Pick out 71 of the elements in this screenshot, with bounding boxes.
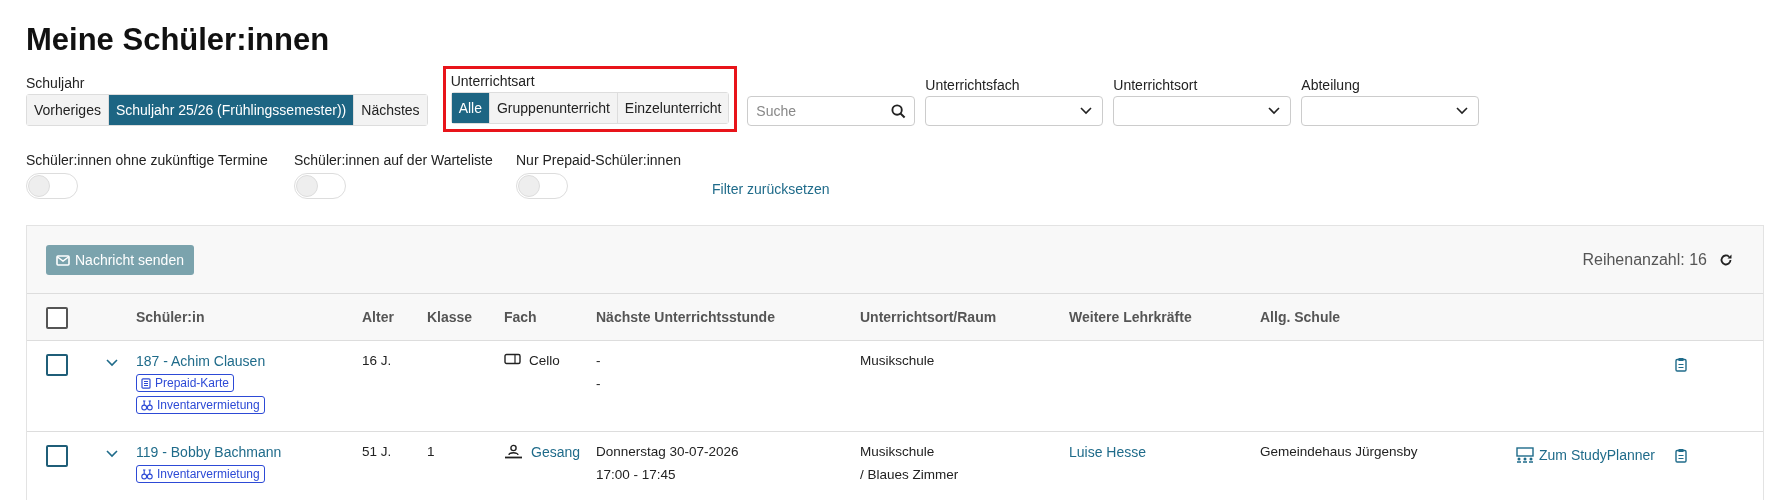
segment-button[interactable]: Vorheriges bbox=[27, 95, 109, 125]
clipboard-icon[interactable] bbox=[1675, 448, 1687, 463]
column-header: Unterrichtsort/Raum bbox=[860, 309, 997, 325]
segment-button[interactable]: Alle bbox=[451, 93, 490, 123]
refresh-icon[interactable] bbox=[1719, 253, 1733, 267]
instruments-icon bbox=[141, 399, 153, 411]
toggle-label: Schüler:innen ohne zukünftige Termine bbox=[26, 152, 269, 168]
column-header: Alter bbox=[362, 309, 394, 325]
dropdown-field[interactable] bbox=[925, 96, 1104, 126]
age-cell: 16 J. bbox=[362, 353, 392, 368]
filter-label: Unterrichtsart bbox=[450, 73, 536, 89]
filter-label: Unterrichtsfach bbox=[925, 77, 1021, 93]
lesson-time-text: - bbox=[596, 353, 601, 368]
subject-cell: Cello bbox=[529, 353, 560, 368]
filter-label: Abteilung bbox=[1301, 77, 1361, 93]
expand-chevron-icon[interactable] bbox=[106, 359, 118, 367]
filter-label: Unterrichtsort bbox=[1113, 77, 1199, 93]
column-header: Nächste Unterrichtsstunde bbox=[596, 309, 775, 325]
row-count: Reihenanzahl: 16 bbox=[1582, 251, 1707, 269]
search-icon bbox=[891, 104, 907, 119]
column-header: Schüler:in bbox=[136, 309, 205, 325]
tag-badge: Prepaid-Karte bbox=[136, 374, 235, 392]
segment-button[interactable]: Schuljahr 25/26 (Frühlingssemester)) bbox=[108, 95, 355, 125]
segment-button[interactable]: Nächstes bbox=[354, 95, 427, 125]
tag-badge: Inventarvermietung bbox=[136, 396, 265, 414]
row-checkbox[interactable] bbox=[46, 445, 68, 467]
lesson-time-text: Donnerstag 30-07-2026 bbox=[596, 444, 739, 459]
chevron-down-icon bbox=[1080, 107, 1093, 115]
location-text: Musikschule bbox=[860, 444, 935, 459]
student-link[interactable]: 187 - Achim Clausen bbox=[136, 353, 266, 369]
clipboard-icon[interactable] bbox=[1675, 357, 1687, 372]
person-icon bbox=[504, 444, 523, 459]
teacher-link[interactable]: Luise Hesse bbox=[1069, 444, 1147, 460]
column-header: Fach bbox=[504, 309, 537, 325]
toggle-switch[interactable] bbox=[516, 173, 568, 199]
envelope-icon bbox=[56, 254, 70, 266]
page-title: Meine Schüler:innen bbox=[26, 22, 331, 58]
instruments-icon bbox=[141, 468, 153, 480]
lesson-time-text: 17:00 - 17:45 bbox=[596, 467, 676, 482]
lesson-time-text: - bbox=[596, 376, 601, 391]
chevron-down-icon bbox=[1268, 107, 1281, 115]
room-icon bbox=[504, 353, 521, 365]
segment-button[interactable]: Gruppenunterricht bbox=[490, 93, 618, 123]
dropdown-field[interactable] bbox=[1301, 96, 1480, 126]
dropdown-field[interactable] bbox=[1113, 96, 1292, 126]
expand-chevron-icon[interactable] bbox=[106, 450, 118, 458]
filter-label: Schuljahr bbox=[26, 75, 86, 91]
tag-badge: Inventarvermietung bbox=[136, 465, 265, 483]
segment-button[interactable]: Einzelunterricht bbox=[617, 93, 729, 123]
studyplanner-link[interactable]: Zum StudyPlanner bbox=[1515, 447, 1655, 463]
toggle-label: Nur Prepaid-Schüler:innen bbox=[516, 152, 682, 168]
reset-filters-link[interactable]: Filter zurücksetzen bbox=[712, 181, 830, 197]
column-header: Klasse bbox=[427, 309, 473, 325]
search-field[interactable]: Suche bbox=[747, 96, 916, 126]
chevron-down-icon bbox=[1456, 107, 1469, 115]
location-text: Musikschule bbox=[860, 353, 935, 368]
toggle-label: Schüler:innen auf der Warteliste bbox=[294, 152, 494, 168]
student-link[interactable]: 119 - Bobby Bachmann bbox=[136, 444, 282, 460]
subject-link[interactable]: Gesang bbox=[531, 444, 581, 460]
classroom-icon bbox=[1515, 447, 1535, 463]
class-cell: 1 bbox=[427, 444, 435, 459]
select-all-checkbox[interactable] bbox=[46, 306, 68, 329]
age-cell: 51 J. bbox=[362, 444, 392, 459]
school-cell: Gemeindehaus Jürgensby bbox=[1260, 444, 1418, 459]
toggle-switch[interactable] bbox=[26, 173, 78, 199]
column-header: Allg. Schule bbox=[1260, 309, 1341, 325]
document-icon bbox=[141, 377, 151, 389]
column-header: Weitere Lehrkräfte bbox=[1069, 309, 1192, 325]
toggle-switch[interactable] bbox=[294, 173, 346, 199]
row-checkbox[interactable] bbox=[46, 354, 68, 376]
location-text: / Blaues Zimmer bbox=[860, 467, 959, 482]
